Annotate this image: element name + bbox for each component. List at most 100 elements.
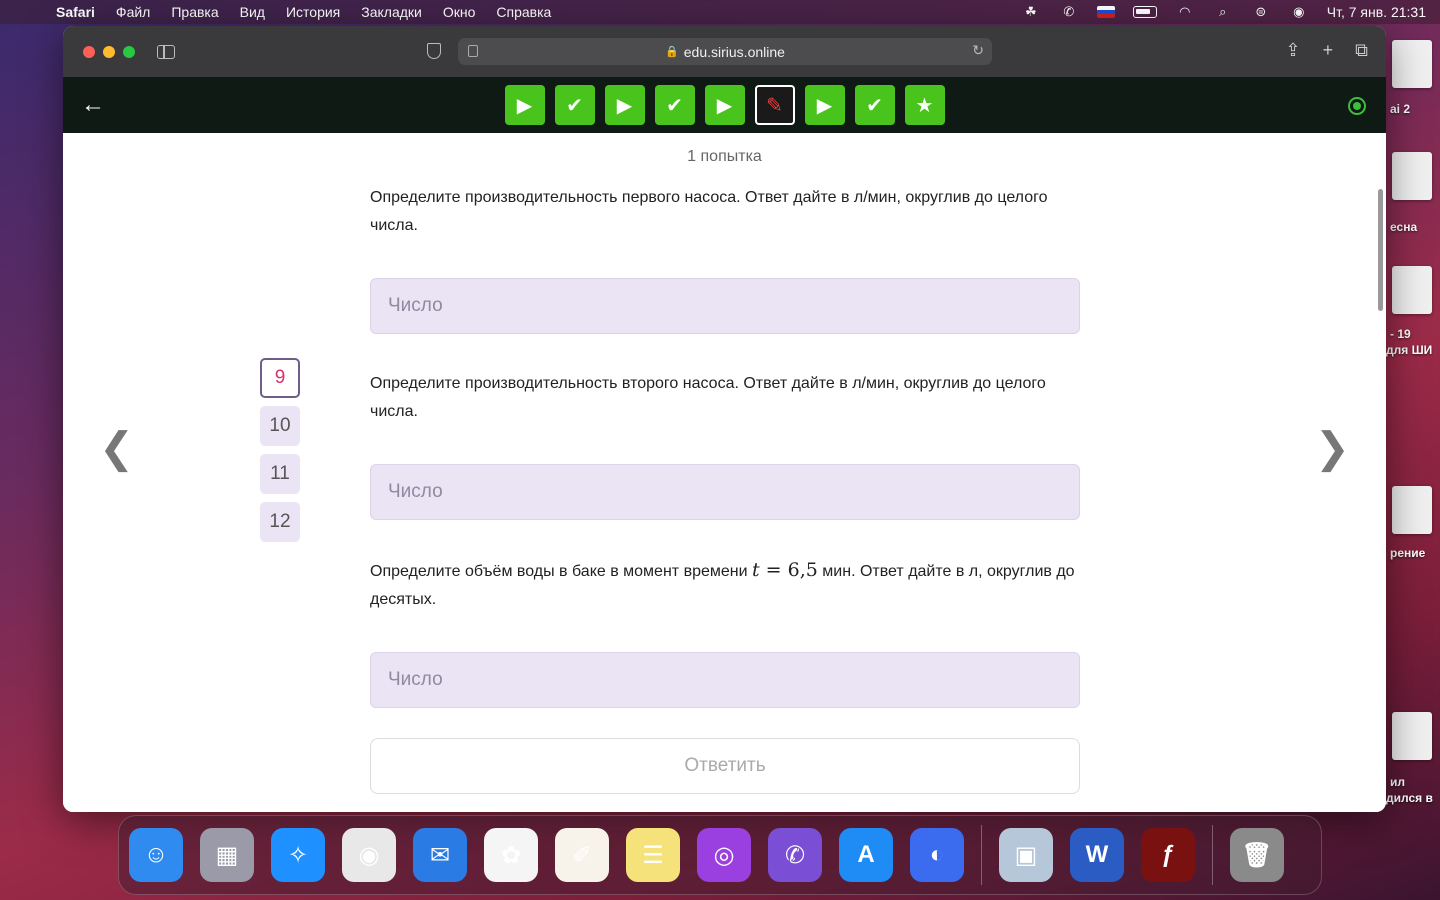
scrollbar-thumb[interactable] — [1378, 189, 1383, 311]
question-block: Определите объём воды в баке в момент вр… — [370, 556, 1080, 708]
reader-mode-icon[interactable] — [468, 45, 478, 57]
url-text[interactable]: edu.sirius.online — [684, 44, 785, 60]
siri-icon[interactable]: ◉ — [1289, 4, 1309, 19]
dock-separator — [981, 825, 982, 885]
browser-window: 🔒 edu.sirius.online ↻ ⇪ + ⧉ ← ▶ ✔ ▶ ✔ ▶ ✎ ▶ ✔ ★ … — [63, 26, 1386, 812]
task-tile-2-check-icon[interactable]: ✔ — [554, 85, 595, 125]
lock-icon: 🔒 — [665, 46, 679, 58]
control-center-icon[interactable]: ⊜ — [1251, 4, 1271, 19]
task-tiles: ▶ ✔ ▶ ✔ ▶ ✎ ▶ ✔ ★ — [504, 85, 945, 125]
desktop-label: дился в — [1386, 791, 1433, 805]
dock-app-store-icon[interactable]: A — [839, 828, 893, 882]
sidebar-toggle-icon[interactable] — [157, 44, 175, 59]
desktop-label: для ШИ — [1386, 343, 1433, 357]
menu-bookmarks[interactable]: Закладки — [361, 4, 422, 20]
desktop-label: ил — [1390, 775, 1405, 789]
menu-app-name[interactable]: Safari — [56, 4, 95, 20]
dock-flash-icon[interactable]: ƒ — [1141, 828, 1195, 882]
attempt-label: 1 попытка — [687, 148, 762, 165]
reload-icon[interactable]: ↻ — [972, 42, 984, 59]
question-text: Определите производительность второго на… — [370, 375, 1046, 420]
next-task-chevron-icon[interactable]: ❯ — [1315, 423, 1350, 472]
answer-input[interactable] — [370, 464, 1080, 520]
zoom-window-button[interactable] — [123, 45, 135, 58]
answer-input[interactable] — [370, 652, 1080, 708]
tab-overview-icon[interactable]: ⧉ — [1355, 40, 1368, 61]
dock-photos-icon[interactable]: ✿ — [484, 828, 538, 882]
desktop-file-icon[interactable] — [1392, 712, 1432, 760]
question-text-part: Определите объём воды в баке в момент вр… — [370, 563, 752, 580]
status-indicator-icon[interactable] — [1348, 97, 1366, 115]
dock-separator — [1212, 825, 1213, 885]
task-tile-1-play-icon[interactable]: ▶ — [504, 85, 545, 125]
desktop-label: - 19 — [1390, 327, 1411, 341]
minimize-window-button[interactable] — [103, 45, 115, 58]
new-tab-icon[interactable]: + — [1323, 40, 1334, 61]
desktop-file-icon[interactable] — [1392, 152, 1432, 200]
task-tile-6-pencil-icon[interactable]: ✎ — [754, 85, 795, 125]
dock-viber-icon[interactable]: ✆ — [768, 828, 822, 882]
menu-window[interactable]: Окно — [443, 4, 476, 20]
task-tile-4-check-icon[interactable]: ✔ — [654, 85, 695, 125]
dock-pages-icon[interactable]: ✐ — [555, 828, 609, 882]
question-number-10[interactable]: 10 — [260, 406, 300, 446]
desktop-file-icon[interactable] — [1392, 266, 1432, 314]
dock-notes-icon[interactable]: ☰ — [626, 828, 680, 882]
dock-chrome-icon[interactable]: ◉ — [342, 828, 396, 882]
question-number-11[interactable]: 11 — [260, 454, 300, 494]
dock-preview-icon[interactable]: ▣ — [999, 828, 1053, 882]
spotlight-search-icon[interactable]: ⌕ — [1213, 4, 1233, 19]
close-window-button[interactable] — [83, 45, 95, 58]
menubar-datetime[interactable]: Чт, 7 янв. 21:31 — [1327, 4, 1426, 20]
menu-help[interactable]: Справка — [496, 4, 551, 20]
dock-podcasts-icon[interactable]: ◎ — [697, 828, 751, 882]
menu-view[interactable]: Вид — [240, 4, 265, 20]
question-block: Определите производительность второго на… — [370, 370, 1080, 520]
question-block: Определите производительность первого на… — [370, 184, 1080, 334]
viber-status-icon[interactable]: ✆ — [1059, 4, 1079, 19]
dock-trash-icon[interactable]: 🗑 — [1230, 828, 1284, 882]
task-tile-3-play-icon[interactable]: ▶ — [604, 85, 645, 125]
question-text: Определите производительность первого на… — [370, 189, 1048, 234]
question-text: Определите объём воды в баке в момент вр… — [370, 556, 1080, 614]
menu-bar: Safari Файл Правка Вид История Закладки … — [0, 0, 1440, 24]
dock: ☺ ▦ ✧ ◉ ✉ ✿ ✐ ☰ ◎ ✆ A ◐ ▣ Wƒ 🗑 — [118, 815, 1322, 895]
window-controls — [83, 45, 135, 58]
desktop-label: ai 2 — [1390, 102, 1411, 116]
task-tile-5-play-icon[interactable]: ▶ — [704, 85, 745, 125]
question-number-12[interactable]: 12 — [260, 502, 300, 542]
math-expression: t = 6,5 — [752, 559, 818, 581]
dock-finder-icon[interactable]: ☺ — [129, 828, 183, 882]
previous-task-chevron-icon[interactable]: ❮ — [99, 423, 134, 472]
battery-icon[interactable] — [1132, 6, 1157, 18]
back-arrow-icon[interactable]: ← — [81, 91, 105, 119]
dock-safari-icon[interactable]: ✧ — [271, 828, 325, 882]
share-icon[interactable]: ⇪ — [1286, 40, 1301, 61]
question-list: Определите производительность первого на… — [370, 184, 1080, 744]
wifi-icon[interactable]: ◠ — [1175, 4, 1195, 19]
privacy-shield-icon[interactable] — [427, 43, 441, 59]
dock-mail-icon[interactable]: ✉ — [413, 828, 467, 882]
math-variable: t — [751, 559, 760, 581]
task-tile-9-star-icon[interactable]: ★ — [904, 85, 945, 125]
menu-file[interactable]: Файл — [116, 4, 150, 20]
answer-input[interactable] — [370, 278, 1080, 334]
leaf-icon[interactable]: ☘ — [1021, 4, 1041, 19]
menu-edit[interactable]: Правка — [171, 4, 218, 20]
desktop-file-icon[interactable] — [1392, 486, 1432, 534]
menu-history[interactable]: История — [286, 4, 340, 20]
task-content: 1 попытка ❮ ❯ 9 10 11 12 Определите прои… — [63, 133, 1386, 812]
desktop-file-icon[interactable] — [1392, 40, 1432, 88]
question-number-nav: 9 10 11 12 — [260, 358, 300, 542]
submit-answer-button[interactable]: Ответить — [370, 738, 1080, 794]
desktop-label: рение — [1390, 546, 1426, 560]
dock-word-icon[interactable]: W — [1070, 828, 1124, 882]
desktop-label: есна — [1390, 220, 1418, 234]
keyboard-layout-flag-icon[interactable] — [1096, 6, 1115, 18]
task-tile-8-check-icon[interactable]: ✔ — [854, 85, 895, 125]
question-number-9[interactable]: 9 — [260, 358, 300, 398]
task-tile-7-play-icon[interactable]: ▶ — [804, 85, 845, 125]
dock-launchpad-icon[interactable]: ▦ — [200, 828, 254, 882]
dock-yandex-icon[interactable]: ◐ — [910, 828, 964, 882]
address-bar[interactable]: 🔒 edu.sirius.online ↻ — [458, 38, 992, 65]
